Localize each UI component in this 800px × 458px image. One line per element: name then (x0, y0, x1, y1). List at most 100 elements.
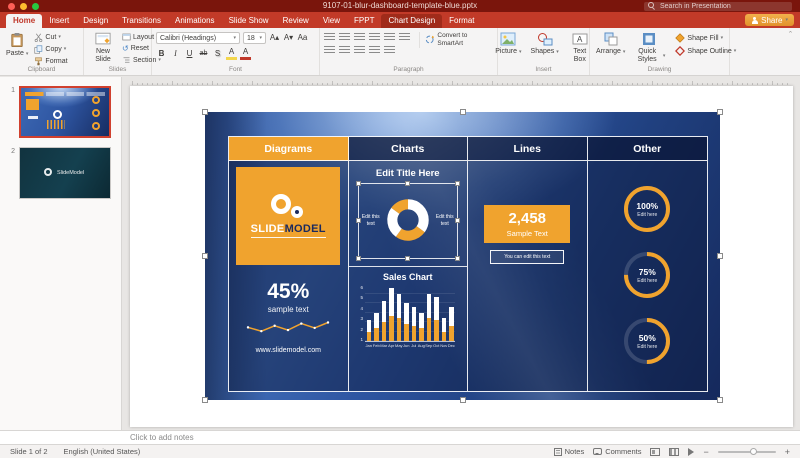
donut-right-label[interactable]: Edit this text (434, 214, 456, 227)
zoom-in-button[interactable]: + (785, 447, 790, 457)
zoom-window-button[interactable] (32, 2, 39, 10)
decrease-indent-button[interactable] (354, 33, 365, 41)
minimize-window-button[interactable] (20, 2, 27, 10)
bar-nov[interactable] (440, 318, 448, 341)
donut-selection[interactable]: Edit this text Edit this text (355, 181, 460, 261)
selection-handle[interactable] (717, 397, 723, 403)
shape-fill-button[interactable]: Shape Fill ▾ (675, 33, 736, 43)
align-right-button[interactable] (354, 46, 365, 54)
tab-animations[interactable]: Animations (168, 14, 222, 28)
notes-toggle-button[interactable]: Notes (553, 447, 584, 456)
other-column[interactable]: 100% Edit here 75% Edit here 50% Edit here (587, 161, 707, 391)
charts-title[interactable]: Edit Title Here (376, 168, 440, 179)
zoom-slider-thumb[interactable] (749, 447, 757, 455)
text-direction-button[interactable] (399, 33, 410, 41)
bold-button[interactable]: B (156, 49, 167, 59)
slide-sorter-view-button[interactable] (669, 447, 680, 456)
underline-button[interactable]: U (184, 49, 195, 59)
text-shadow-button[interactable]: S (212, 49, 223, 59)
shape-outline-button[interactable]: Shape Outline ▾ (675, 46, 736, 56)
dashboard-table[interactable]: Diagrams Charts Lines Other SLIDEMODEL 4… (228, 136, 708, 392)
collapse-ribbon-button[interactable]: ˆ (781, 28, 800, 75)
comments-toggle-button[interactable]: Comments (593, 447, 641, 456)
tab-format[interactable]: Format (442, 14, 481, 28)
tab-slide-show[interactable]: Slide Show (222, 14, 276, 28)
charts-column[interactable]: Edit Title Here Edit this text Edit this… (348, 161, 468, 391)
bar-oct[interactable] (433, 297, 441, 341)
zoom-out-button[interactable]: − (703, 447, 708, 457)
copy-button[interactable]: Copy ▾ (34, 45, 67, 54)
bar-may[interactable] (395, 293, 403, 341)
tab-chart-design[interactable]: Chart Design (381, 14, 443, 28)
gauge-75[interactable]: 75% Edit here (621, 249, 673, 301)
diagrams-stat[interactable]: 45% (267, 280, 309, 304)
bar-sep[interactable] (425, 293, 433, 341)
justify-button[interactable] (369, 46, 380, 54)
bar-feb[interactable] (373, 312, 381, 341)
selection-handle[interactable] (717, 109, 723, 115)
slide-canvas[interactable]: Diagrams Charts Lines Other SLIDEMODEL 4… (130, 86, 793, 427)
bar-jan[interactable] (365, 320, 373, 341)
tab-fppt[interactable]: FPPT (347, 14, 381, 28)
zoom-slider[interactable] (717, 447, 776, 455)
selection-handle[interactable] (202, 397, 208, 403)
diagrams-column[interactable]: SLIDEMODEL 45% sample text www.slidemode… (229, 161, 349, 391)
italic-button[interactable]: I (170, 49, 181, 59)
convert-to-smartart-button[interactable]: Convert to SmartArt (419, 32, 479, 48)
dashboard-image[interactable]: Diagrams Charts Lines Other SLIDEMODEL 4… (202, 109, 723, 403)
column-header-diagrams[interactable]: Diagrams (229, 137, 349, 161)
language-indicator[interactable]: English (United States) (64, 447, 141, 456)
tab-transitions[interactable]: Transitions (115, 14, 168, 28)
donut-chart[interactable] (380, 192, 436, 248)
slide-thumbnail-2[interactable]: SlideModel (19, 147, 111, 199)
tab-view[interactable]: View (316, 14, 347, 28)
decrease-font-size-button[interactable]: A▾ (283, 33, 294, 43)
slidemodel-logo-box[interactable]: SLIDEMODEL (236, 167, 341, 265)
bar-apr[interactable] (388, 287, 396, 341)
tab-insert[interactable]: Insert (42, 14, 76, 28)
selection-handle[interactable] (202, 253, 208, 259)
selection-handle[interactable] (355, 218, 361, 223)
lines-column[interactable]: 2,458 Sample Text You can edit this text (468, 161, 588, 391)
sales-chart-title[interactable]: Sales Chart (383, 272, 433, 282)
bar-mar[interactable] (380, 301, 388, 341)
tab-design[interactable]: Design (76, 14, 115, 28)
lines-note-box[interactable]: You can edit this text (490, 250, 565, 264)
lines-stat-box[interactable]: 2,458 Sample Text (484, 205, 571, 243)
tab-review[interactable]: Review (276, 14, 316, 28)
selection-handle[interactable] (404, 256, 410, 261)
arrange-button[interactable]: Arrange ▾ (594, 32, 627, 56)
gauge-100[interactable]: 100% Edit here (621, 183, 673, 235)
close-window-button[interactable] (8, 2, 15, 10)
selection-handle[interactable] (355, 181, 361, 186)
bar-aug[interactable] (418, 312, 426, 341)
search-box[interactable]: Search in Presentation (644, 1, 792, 11)
notes-pane[interactable]: Click to add notes (0, 430, 800, 444)
sales-bar-chart[interactable]: 6 5 4 3 2 1 Jan Feb Mar Apr May Jun Jul Aug Sep Oct Nov… (360, 285, 455, 348)
selection-handle[interactable] (202, 109, 208, 115)
strikethrough-button[interactable]: ab (198, 49, 209, 59)
column-header-other[interactable]: Other (587, 137, 707, 161)
selection-handle[interactable] (717, 253, 723, 259)
align-left-button[interactable] (324, 46, 335, 54)
increase-font-size-button[interactable]: A▴ (269, 33, 280, 43)
increase-indent-button[interactable] (369, 33, 380, 41)
selection-handle[interactable] (454, 181, 460, 186)
font-size-select[interactable]: 18 ▾ (243, 32, 266, 44)
insert-shapes-button[interactable]: Shapes ▾ (529, 32, 561, 56)
selection-handle[interactable] (454, 218, 460, 223)
cut-button[interactable]: Cut ▾ (34, 33, 67, 42)
line-spacing-button[interactable] (384, 33, 395, 41)
align-center-button[interactable] (339, 46, 350, 54)
bar-dec[interactable] (448, 306, 456, 341)
selection-handle[interactable] (459, 397, 466, 403)
selection-handle[interactable] (404, 181, 410, 186)
column-header-lines[interactable]: Lines (468, 137, 588, 161)
new-slide-button[interactable]: New Slide (88, 32, 118, 64)
selection-handle[interactable] (355, 256, 361, 261)
change-case-button[interactable]: Aa (297, 33, 308, 43)
slideshow-button[interactable] (688, 447, 695, 456)
highlight-color-button[interactable]: A (226, 47, 237, 60)
font-color-button[interactable]: A (240, 47, 251, 60)
slide-thumbnail-1[interactable] (19, 86, 111, 138)
